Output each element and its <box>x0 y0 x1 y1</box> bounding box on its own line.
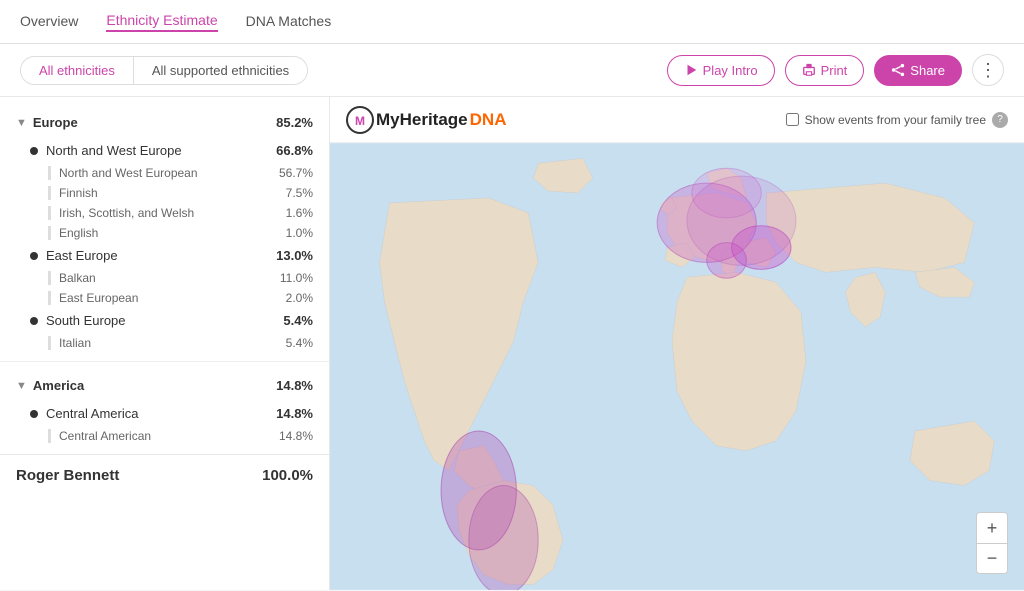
sub-central-american: Central American 14.8% <box>0 426 329 446</box>
sub-name: Finnish <box>59 186 286 200</box>
total-pct: 100.0% <box>262 467 313 484</box>
sub-north-west-european: North and West European 56.7% <box>0 163 329 183</box>
group-dot <box>30 147 38 155</box>
nav-ethnicity[interactable]: Ethnicity Estimate <box>106 12 217 32</box>
group-central-america[interactable]: Central America 14.8% <box>0 401 329 426</box>
group-name: East Europe <box>46 248 276 263</box>
share-button[interactable]: Share <box>874 55 962 86</box>
sub-bar <box>48 206 51 220</box>
sub-name: East European <box>59 291 286 305</box>
share-label: Share <box>910 63 945 78</box>
zoom-in-button[interactable]: + <box>977 513 1007 543</box>
group-pct: 66.8% <box>276 143 313 158</box>
america-pct: 14.8% <box>276 378 313 393</box>
top-nav: Overview Ethnicity Estimate DNA Matches <box>0 0 1024 44</box>
group-pct: 13.0% <box>276 248 313 263</box>
play-intro-button[interactable]: Play Intro <box>667 55 775 86</box>
main-content: ▼ Europe 85.2% North and West Europe 66.… <box>0 97 1024 590</box>
sub-pct: 7.5% <box>286 186 313 200</box>
help-icon[interactable]: ? <box>992 112 1008 128</box>
sub-finnish: Finnish 7.5% <box>0 183 329 203</box>
sub-name: North and West European <box>59 166 279 180</box>
sub-pct: 1.0% <box>286 226 313 240</box>
map-checkbox-area: Show events from your family tree ? <box>786 112 1008 128</box>
sub-english: English 1.0% <box>0 223 329 243</box>
sub-name: Irish, Scottish, and Welsh <box>59 206 286 220</box>
group-dot <box>30 317 38 325</box>
sub-east-european: East European 2.0% <box>0 288 329 308</box>
zoom-out-button[interactable]: − <box>977 543 1007 573</box>
print-icon <box>802 63 816 77</box>
sub-bar <box>48 166 51 180</box>
sub-name: Italian <box>59 336 286 350</box>
group-dot <box>30 410 38 418</box>
map-logo: M MyHeritageDNA <box>346 106 506 134</box>
nav-dna-matches[interactable]: DNA Matches <box>246 13 332 31</box>
sub-bar <box>48 271 51 285</box>
sub-pct: 14.8% <box>279 429 313 443</box>
more-options-button[interactable]: ⋮ <box>972 54 1004 86</box>
sub-name: Central American <box>59 429 279 443</box>
sub-pct: 1.6% <box>286 206 313 220</box>
share-icon <box>891 63 905 77</box>
logo-dna: DNA <box>470 110 507 130</box>
sub-bar <box>48 336 51 350</box>
filter-group: All ethnicities All supported ethnicitie… <box>20 56 308 85</box>
america-chevron: ▼ <box>16 380 27 392</box>
play-intro-label: Play Intro <box>703 63 758 78</box>
group-name: South Europe <box>46 313 283 328</box>
sub-pct: 56.7% <box>279 166 313 180</box>
world-map-svg <box>330 143 1024 590</box>
europe-title: Europe <box>33 115 276 130</box>
map-header: M MyHeritageDNA Show events from your fa… <box>330 97 1024 143</box>
total-name: Roger Bennett <box>16 467 262 484</box>
show-events-label: Show events from your family tree <box>805 113 986 127</box>
america-title: America <box>33 378 276 393</box>
group-south-europe[interactable]: South Europe 5.4% <box>0 308 329 333</box>
sub-name: English <box>59 226 286 240</box>
nav-overview[interactable]: Overview <box>20 13 78 31</box>
sub-bar <box>48 186 51 200</box>
group-dot <box>30 252 38 260</box>
sub-pct: 11.0% <box>280 271 313 285</box>
play-icon <box>684 63 698 77</box>
europe-chevron: ▼ <box>16 117 27 129</box>
svg-text:M: M <box>355 114 365 128</box>
sub-pct: 2.0% <box>286 291 313 305</box>
group-name: Central America <box>46 406 276 421</box>
europe-pct: 85.2% <box>276 115 313 130</box>
sub-pct: 5.4% <box>286 336 313 350</box>
print-label: Print <box>821 63 848 78</box>
group-east-europe[interactable]: East Europe 13.0% <box>0 243 329 268</box>
myheritage-logo-icon: M <box>346 106 374 134</box>
sub-bar <box>48 226 51 240</box>
total-row: Roger Bennett 100.0% <box>0 454 329 496</box>
filter-all-supported[interactable]: All supported ethnicities <box>133 57 307 84</box>
filter-all-ethnicities[interactable]: All ethnicities <box>21 57 133 84</box>
logo-myheritage: MyHeritage <box>376 110 468 130</box>
sub-bar <box>48 291 51 305</box>
group-pct: 5.4% <box>283 313 313 328</box>
print-button[interactable]: Print <box>785 55 865 86</box>
sub-balkan: Balkan 11.0% <box>0 268 329 288</box>
sub-name: Balkan <box>59 271 280 285</box>
section-divider <box>0 361 329 362</box>
america-section-header[interactable]: ▼ America 14.8% <box>0 370 329 401</box>
show-events-checkbox[interactable] <box>786 113 799 126</box>
group-north-west-europe[interactable]: North and West Europe 66.8% <box>0 138 329 163</box>
sub-italian: Italian 5.4% <box>0 333 329 353</box>
zoom-controls: + − <box>976 512 1008 574</box>
sub-irish-scottish-welsh: Irish, Scottish, and Welsh 1.6% <box>0 203 329 223</box>
europe-section-header[interactable]: ▼ Europe 85.2% <box>0 107 329 138</box>
group-pct: 14.8% <box>276 406 313 421</box>
group-name: North and West Europe <box>46 143 276 158</box>
sub-bar <box>48 429 51 443</box>
map-area: M MyHeritageDNA Show events from your fa… <box>330 97 1024 590</box>
toolbar: All ethnicities All supported ethnicitie… <box>0 44 1024 97</box>
sidebar: ▼ Europe 85.2% North and West Europe 66.… <box>0 97 330 590</box>
